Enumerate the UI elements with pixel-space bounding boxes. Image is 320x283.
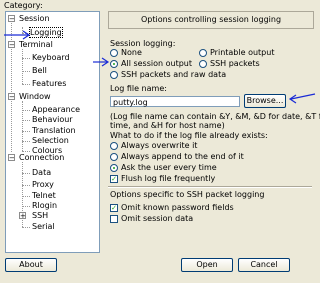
tree-label: Serial xyxy=(32,222,55,231)
radio-overwrite-label: Always overwrite it xyxy=(121,141,198,150)
radio-overwrite[interactable] xyxy=(110,142,118,150)
tree-label: Connection xyxy=(19,153,65,162)
tree-item-proxy[interactable]: Proxy xyxy=(32,180,54,190)
annotation-arrow-all-session xyxy=(93,57,110,67)
cancel-button[interactable]: Cancel xyxy=(238,258,290,272)
tree-item-bell[interactable]: Bell xyxy=(32,66,47,76)
group-divider xyxy=(108,186,312,188)
category-tree[interactable]: − Session Logging − Terminal Keyboard Be… xyxy=(5,11,100,253)
tree-branch xyxy=(22,173,30,174)
tree-label: Bell xyxy=(32,66,47,75)
omit-password-label: Omit known password fields xyxy=(121,203,234,212)
omit-data-checkbox[interactable] xyxy=(110,215,118,223)
log-file-name-label: Log file name: xyxy=(110,84,167,93)
tree-branch xyxy=(22,120,30,121)
tree-item-logging[interactable]: Logging xyxy=(29,27,63,38)
annotation-arrow-browse xyxy=(288,93,316,104)
radio-ask[interactable] xyxy=(110,164,118,172)
tree-item-features[interactable]: Features xyxy=(32,79,66,89)
exists-label: What to do if the log file already exist… xyxy=(110,131,268,140)
tree-branch xyxy=(22,58,30,59)
flush-label: Flush log file frequently xyxy=(121,174,216,183)
radio-ssh-packets[interactable] xyxy=(199,60,207,68)
tree-label: Appearance xyxy=(32,105,81,114)
log-file-input[interactable]: putty.log xyxy=(110,96,240,107)
tree-branch xyxy=(22,131,30,132)
tree-label: Features xyxy=(32,79,67,88)
tree-item-telnet[interactable]: Telnet xyxy=(32,191,56,201)
tree-label: Behaviour xyxy=(32,115,73,124)
tree-branch xyxy=(22,227,30,228)
tree-item-selection[interactable]: Selection xyxy=(32,136,69,146)
radio-ssh-raw-label: SSH packets and raw data xyxy=(121,70,227,79)
tree-label: Session xyxy=(19,14,50,23)
radio-none[interactable] xyxy=(110,49,118,57)
flush-checkbox[interactable]: ✓ xyxy=(110,175,118,183)
tree-item-translation[interactable]: Translation xyxy=(32,126,76,136)
omit-password-checkbox[interactable]: ✓ xyxy=(110,204,118,212)
radio-ssh-raw[interactable] xyxy=(110,71,118,79)
collapse-icon[interactable]: − xyxy=(8,15,15,23)
collapse-icon[interactable]: − xyxy=(8,93,15,101)
tree-line-window xyxy=(22,101,23,151)
tree-label: Translation xyxy=(32,126,76,135)
tree-label: Logging xyxy=(29,27,63,38)
radio-ssh-packets-label: SSH packets xyxy=(210,59,260,68)
radio-ask-label: Ask the user every time xyxy=(121,163,217,172)
tree-line-terminal xyxy=(22,49,23,84)
tree-label: Data xyxy=(32,168,52,177)
tree-branch xyxy=(22,151,30,152)
tree-item-keyboard[interactable]: Keyboard xyxy=(32,53,70,63)
radio-all-session-label: All session output xyxy=(121,59,193,68)
tree-branch xyxy=(22,206,30,207)
ssh-group-label: Options specific to SSH packet logging xyxy=(110,190,265,199)
session-logging-label: Session logging: xyxy=(110,39,176,48)
tree-branch xyxy=(22,185,30,186)
expand-icon[interactable]: + xyxy=(19,212,26,220)
tree-item-behaviour[interactable]: Behaviour xyxy=(32,115,73,125)
browse-button[interactable]: Browse... xyxy=(244,94,286,108)
radio-printable-label: Printable output xyxy=(210,48,275,57)
tree-label: Rlogin xyxy=(32,201,58,210)
tree-label: SSH xyxy=(32,211,49,220)
tree-label: Proxy xyxy=(32,180,54,189)
tree-item-rlogin[interactable]: Rlogin xyxy=(32,201,57,211)
category-label: Category: xyxy=(4,1,43,10)
tree-label: Selection xyxy=(32,136,69,145)
panel-title: Options controlling session logging xyxy=(108,11,314,29)
tree-label: Window xyxy=(19,92,51,101)
tree-branch xyxy=(22,141,30,142)
radio-none-label: None xyxy=(121,48,142,57)
radio-append-label: Always append to the end of it xyxy=(121,152,244,161)
tree-label: Telnet xyxy=(32,191,56,200)
tree-item-data[interactable]: Data xyxy=(32,168,51,178)
tree-branch xyxy=(22,84,30,85)
tree-branch xyxy=(22,110,30,111)
collapse-icon[interactable]: − xyxy=(8,41,15,49)
radio-all-session[interactable] xyxy=(110,60,118,68)
tree-item-appearance[interactable]: Appearance xyxy=(32,105,80,115)
tree-branch xyxy=(22,196,30,197)
tree-item-serial[interactable]: Serial xyxy=(32,222,55,232)
omit-data-label: Omit session data xyxy=(121,214,194,223)
radio-printable[interactable] xyxy=(199,49,207,57)
open-button[interactable]: Open xyxy=(181,258,233,272)
tree-label: Keyboard xyxy=(32,53,70,62)
tree-branch xyxy=(22,71,30,72)
about-button[interactable]: About xyxy=(5,258,57,272)
log-hint-line2: time, and &H for host name) xyxy=(110,121,225,130)
collapse-icon[interactable]: − xyxy=(8,154,15,162)
radio-append[interactable] xyxy=(110,153,118,161)
annotation-arrow-logging xyxy=(4,30,31,40)
